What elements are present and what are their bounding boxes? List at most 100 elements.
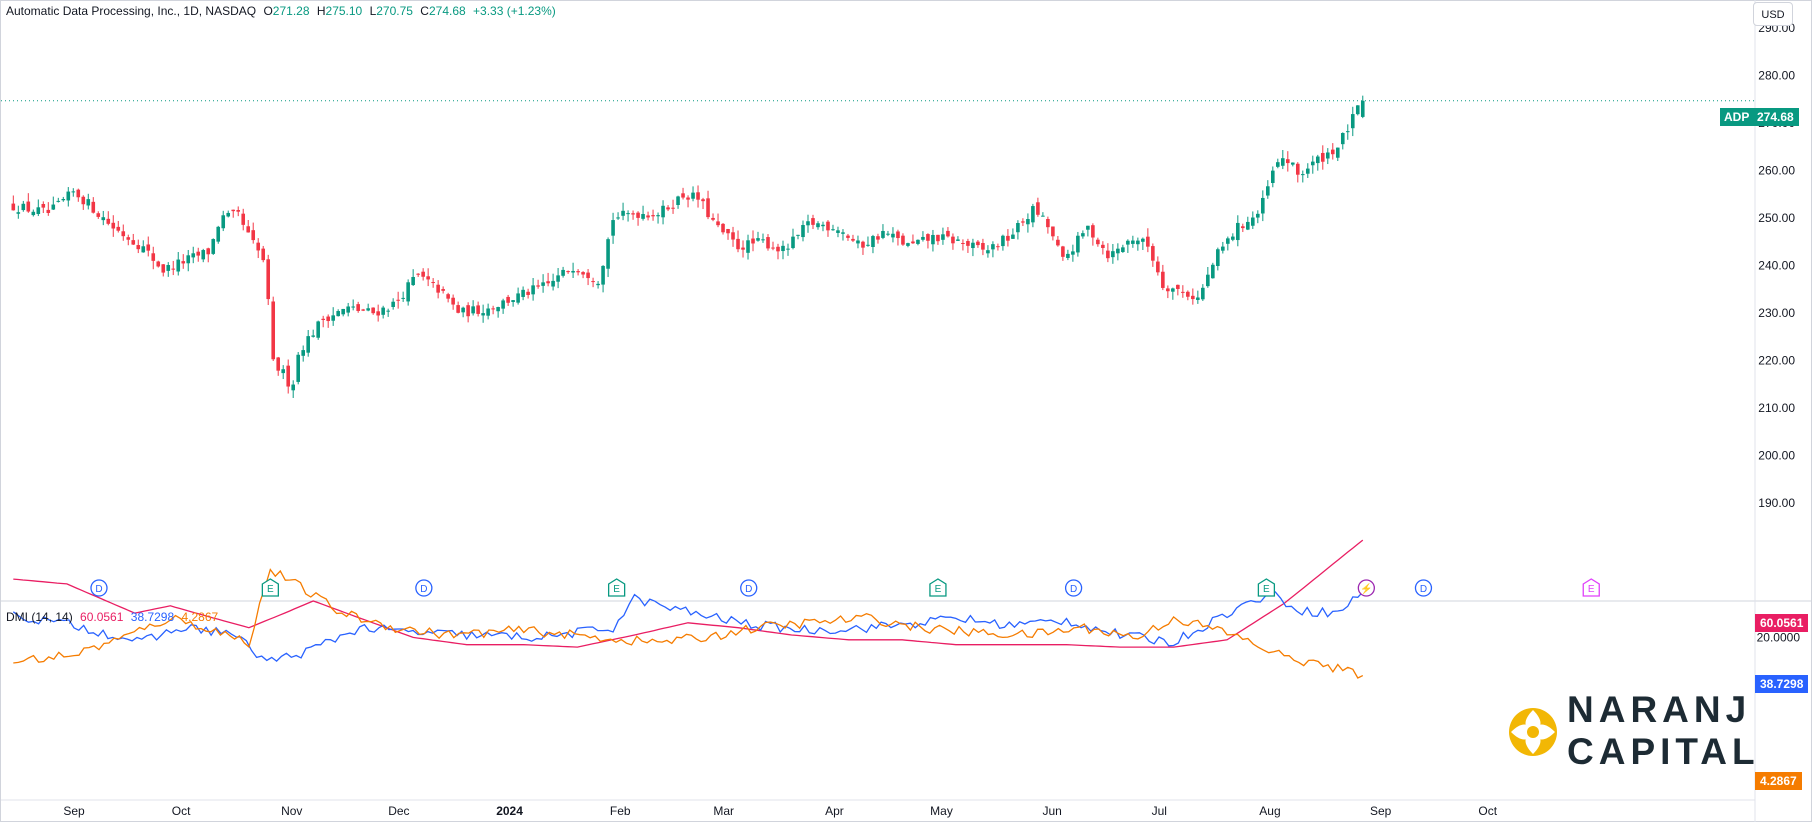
- price-candle: [556, 268, 560, 289]
- candle-body: [306, 336, 310, 353]
- price-candle: [781, 240, 785, 260]
- candle-body: [396, 299, 400, 301]
- symbol-title[interactable]: Automatic Data Processing, Inc., 1D, NAS…: [6, 4, 256, 18]
- marker-label: D: [95, 584, 102, 595]
- candle-body: [641, 214, 645, 219]
- price-candle: [451, 294, 455, 310]
- price-candle: [701, 197, 705, 210]
- symbol-legend[interactable]: Automatic Data Processing, Inc., 1D, NAS…: [6, 4, 560, 18]
- candle-body: [1241, 226, 1245, 229]
- candle-body: [1286, 159, 1290, 164]
- candle-body: [776, 246, 780, 252]
- price-change: +3.33 (+1.23%): [473, 4, 556, 18]
- price-axis[interactable]: 290.00280.00270.00260.00250.00240.00230.…: [1758, 21, 1795, 510]
- candle-body: [211, 239, 216, 254]
- naranj-capital-logo: NARANJ CAPITAL: [1505, 690, 1755, 795]
- price-tick-label: 190.00: [1758, 496, 1795, 510]
- price-candle: [531, 277, 535, 301]
- dmi-label[interactable]: DMI (14, 14): [6, 610, 73, 624]
- price-pane[interactable]: [1, 95, 1755, 398]
- split-marker[interactable]: ⚡: [1357, 579, 1375, 597]
- price-tick-label: 240.00: [1758, 259, 1795, 273]
- price-candle: [961, 239, 965, 251]
- dividend-marker[interactable]: D: [1414, 579, 1433, 597]
- logo-line1: NARANJ: [1567, 689, 1752, 730]
- currency-button[interactable]: USD: [1753, 2, 1793, 26]
- price-candle: [586, 269, 590, 286]
- price-candle: [11, 195, 16, 211]
- earnings-marker[interactable]: E: [1257, 578, 1276, 597]
- price-candle: [1196, 290, 1200, 304]
- ohlc-low: L270.75: [369, 4, 413, 18]
- candle-body: [1186, 291, 1190, 297]
- earnings-marker[interactable]: E: [607, 578, 626, 597]
- candle-body: [296, 354, 300, 382]
- naranj-logo-icon: [1509, 708, 1557, 756]
- candle-body: [56, 200, 61, 202]
- candle-body: [1076, 235, 1080, 253]
- adx-badge: 60.0561: [1755, 614, 1809, 632]
- dividend-marker[interactable]: D: [415, 579, 433, 597]
- price-candle: [1256, 210, 1260, 224]
- price-candle: [1286, 151, 1290, 172]
- candle-body: [251, 230, 256, 241]
- price-candle: [1121, 244, 1125, 253]
- price-candle: [261, 245, 266, 263]
- candle-body: [816, 223, 820, 228]
- price-candle: [161, 264, 166, 277]
- price-candle: [1091, 223, 1095, 246]
- candle-body: [161, 264, 166, 273]
- candle-body: [341, 308, 345, 315]
- price-candle: [471, 300, 475, 316]
- candle-body: [1036, 202, 1040, 215]
- candle-body: [1201, 287, 1205, 300]
- price-candle: [1161, 264, 1165, 291]
- price-candle: [1276, 158, 1280, 169]
- earnings-marker[interactable]: E: [929, 578, 947, 597]
- price-candle: [276, 356, 281, 376]
- dividend-marker[interactable]: D: [740, 579, 758, 597]
- price-candle: [351, 299, 355, 311]
- candle-body: [711, 217, 715, 220]
- price-candle: [441, 286, 445, 294]
- candle-body: [1310, 161, 1315, 166]
- candle-body: [366, 308, 370, 311]
- time-axis[interactable]: Sep Oct Nov Dec 2024 Feb Mar Apr May Jun Jul Aug Sep…: [63, 804, 1497, 818]
- price-candle: [1166, 285, 1170, 299]
- price-candle: [1300, 170, 1305, 183]
- price-candle: [356, 301, 360, 313]
- price-candle: [731, 226, 735, 247]
- price-candle: [1251, 211, 1255, 230]
- candle-body: [1246, 221, 1250, 230]
- price-candle: [841, 229, 845, 241]
- dividend-marker[interactable]: D: [90, 579, 108, 597]
- price-candle: [916, 239, 920, 246]
- price-tick-label: 250.00: [1758, 211, 1795, 225]
- candle-body: [576, 271, 580, 273]
- price-candle: [391, 298, 395, 310]
- candle-body: [556, 275, 560, 282]
- candle-body: [26, 201, 31, 212]
- candle-body: [1281, 158, 1285, 166]
- price-candle: [1350, 106, 1355, 137]
- price-candle: [201, 248, 206, 263]
- candle-body: [241, 213, 246, 225]
- candle-body: [511, 300, 515, 302]
- price-candle: [131, 233, 136, 245]
- price-candle: [1186, 290, 1190, 301]
- candle-body: [1315, 156, 1320, 164]
- candle-body: [1290, 162, 1295, 165]
- marker-label: E: [1588, 584, 1595, 595]
- price-candle: [226, 210, 231, 218]
- dividend-marker[interactable]: D: [1064, 579, 1083, 597]
- price-candle: [646, 211, 650, 221]
- earnings-marker[interactable]: E: [261, 578, 279, 597]
- dmi-legend[interactable]: DMI (14, 14) 60.0561 38.7298 4.2867: [6, 610, 222, 624]
- candle-body: [536, 285, 540, 287]
- time-tick-label: Sep: [63, 804, 85, 818]
- earnings-marker[interactable]: E: [1582, 578, 1600, 597]
- price-candle: [836, 226, 840, 238]
- price-candle: [71, 188, 76, 197]
- price-candle: [981, 238, 985, 256]
- price-candle: [1345, 124, 1350, 140]
